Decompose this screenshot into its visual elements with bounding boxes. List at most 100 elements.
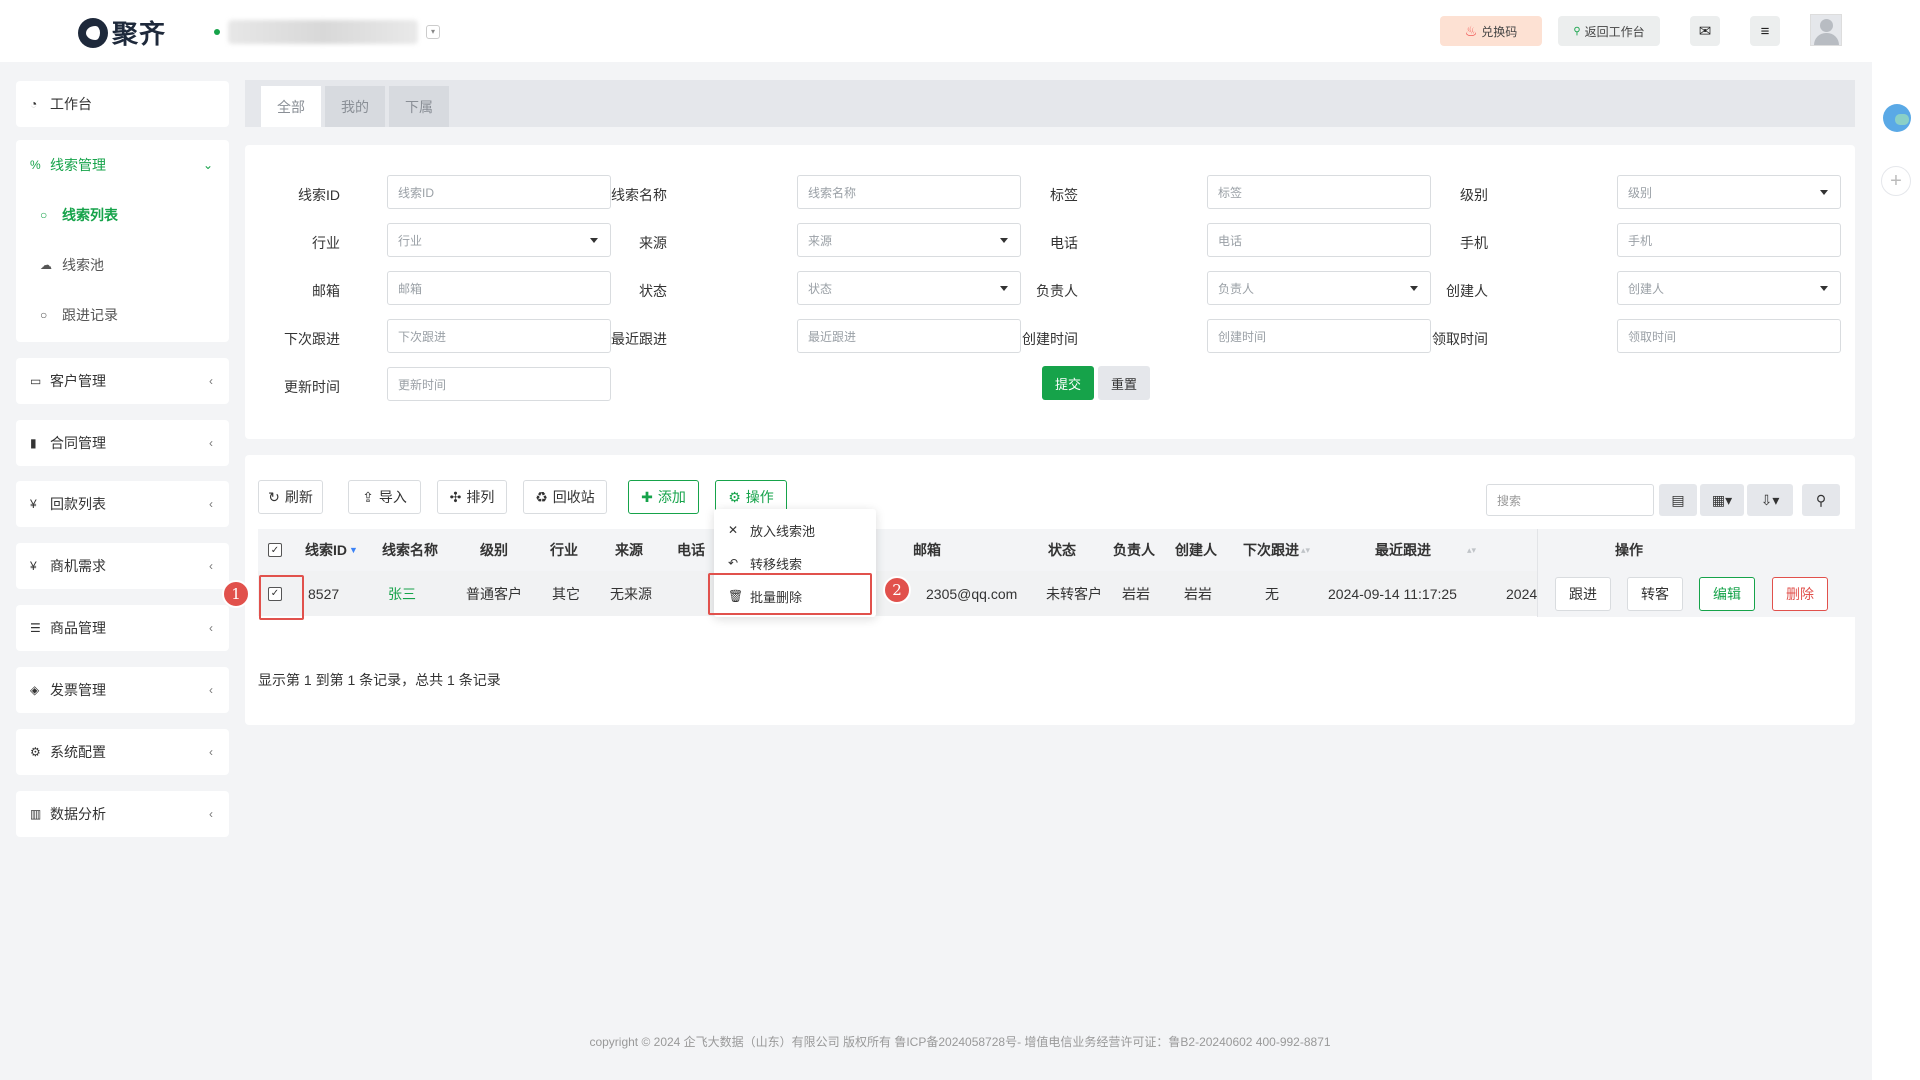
col-phone: 电话: [677, 542, 705, 558]
sidebar-subitem-lead-list[interactable]: ○ 线索列表: [16, 190, 229, 240]
creator-select[interactable]: 创建人: [1617, 271, 1841, 305]
label-lead-name: 线索名称: [611, 187, 667, 203]
sidebar-leads-group: % 线索管理 ⌄ ○ 线索列表 ☁ 线索池 ○ 跟进记录: [16, 140, 229, 342]
sidebar-item-label: 数据分析: [50, 806, 106, 822]
label-status: 状态: [639, 283, 667, 299]
col-next-follow[interactable]: 下次跟进 ▴▾: [1243, 529, 1310, 571]
label-industry: 行业: [312, 235, 340, 251]
sidebar-item-customers[interactable]: ▭ 客户管理 ‹: [16, 358, 229, 404]
avatar[interactable]: [1810, 14, 1842, 46]
export-button[interactable]: ⇩▾: [1747, 484, 1793, 516]
plus-icon: ✚: [641, 488, 653, 505]
sidebar-item-label: 系统配置: [50, 744, 106, 760]
import-label: 导入: [378, 489, 407, 505]
chevron-left-icon: ‹: [209, 745, 213, 759]
label-last-follow: 最近跟进: [611, 331, 667, 347]
sidebar-products: ☰ 商品管理 ‹: [16, 605, 229, 651]
refresh-button[interactable]: ↻ 刷新: [258, 480, 323, 514]
chevron-down-icon[interactable]: ▾: [426, 25, 440, 39]
redeem-button[interactable]: ♨ 兑换码: [1440, 16, 1542, 46]
sidebar-item-settings[interactable]: ⚙ 系统配置 ‹: [16, 729, 229, 775]
brand-logo[interactable]: 聚齐: [78, 14, 166, 51]
menu-item-put-in-pool[interactable]: ✕ 放入线索池: [714, 515, 876, 545]
sidebar-item-invoices[interactable]: ◈ 发票管理 ‹: [16, 667, 229, 713]
mail-button[interactable]: ✉: [1690, 16, 1720, 46]
sidebar-item-label: 工作台: [50, 96, 92, 112]
update-time-input[interactable]: 更新时间: [387, 367, 611, 401]
sidebar-item-workbench[interactable]: ◔ 工作台: [16, 81, 229, 127]
import-button[interactable]: ⇪ 导入: [348, 480, 421, 514]
search-icon: ⚲: [1815, 491, 1827, 508]
delete-button[interactable]: 删除: [1772, 577, 1828, 611]
tab-mine[interactable]: 我的: [325, 86, 385, 127]
sidebar-item-label: 发票管理: [50, 682, 106, 698]
col-lead-id[interactable]: 线索ID ▼: [305, 529, 358, 571]
sidebar-settings: ⚙ 系统配置 ‹: [16, 729, 229, 775]
sidebar-item-leads[interactable]: % 线索管理 ⌄: [16, 140, 229, 190]
reset-button[interactable]: 重置: [1098, 366, 1150, 400]
yen-icon: ¥: [30, 559, 37, 573]
gear-icon: ⚙: [728, 488, 741, 505]
add-button[interactable]: ✚ 添加: [628, 480, 699, 514]
cell-creator: 岩岩: [1184, 585, 1212, 602]
company-selector[interactable]: ▾: [214, 20, 440, 44]
link-icon: %: [30, 158, 41, 172]
tab-all[interactable]: 全部: [261, 86, 321, 127]
follow-up-button[interactable]: 跟进: [1555, 577, 1611, 611]
chevron-left-icon: ‹: [209, 436, 213, 450]
status-dot: [214, 29, 220, 35]
cell-lead-name-link[interactable]: 张三: [388, 571, 416, 616]
col-actions-label: 操作: [1615, 542, 1643, 558]
mail-icon: ✉: [1698, 23, 1712, 40]
convert-customer-button[interactable]: 转客: [1627, 577, 1683, 611]
level-select[interactable]: 级别: [1617, 175, 1841, 209]
sidebar-item-label: 商品管理: [50, 620, 106, 636]
submit-button[interactable]: 提交: [1042, 366, 1094, 400]
label-claim-time: 领取时间: [1432, 331, 1488, 347]
top-bar: 聚齐 ▾ ♨ 兑换码 ⚲ 返回工作台 ✉ ≡: [0, 0, 1920, 62]
sidebar-customers: ▭ 客户管理 ‹: [16, 358, 229, 404]
col-status: 状态: [1048, 542, 1076, 558]
edit-button[interactable]: 编辑: [1699, 577, 1755, 611]
select-all-checkbox[interactable]: ✓: [268, 529, 282, 571]
sidebar-subitem-follow-records[interactable]: ○ 跟进记录: [16, 290, 229, 340]
back-to-workbench-button[interactable]: ⚲ 返回工作台: [1558, 16, 1660, 46]
fire-icon: ♨: [1464, 22, 1478, 39]
card-view-button[interactable]: ▤: [1659, 484, 1697, 516]
search-button[interactable]: ⚲: [1802, 484, 1840, 516]
chevron-down-icon: ⌄: [202, 158, 213, 172]
cell-industry: 其它: [552, 585, 580, 602]
col-level: 级别: [480, 542, 508, 558]
sidebar-item-products[interactable]: ☰ 商品管理 ‹: [16, 605, 229, 651]
sidebar-subitem-lead-pool[interactable]: ☁ 线索池: [16, 240, 229, 290]
cell-owner: 岩岩: [1122, 585, 1150, 602]
col-lead-name: 线索名称: [382, 542, 438, 558]
sidebar-item-contracts[interactable]: ▮ 合同管理 ‹: [16, 420, 229, 466]
sidebar-item-payments[interactable]: ¥ 回款列表 ‹: [16, 481, 229, 527]
sidebar-invoices: ◈ 发票管理 ‹: [16, 667, 229, 713]
search-input[interactable]: 搜索: [1486, 484, 1654, 516]
add-label: 添加: [657, 489, 686, 505]
tab-subordinates[interactable]: 下属: [389, 86, 449, 127]
claim-time-input[interactable]: 领取时间: [1617, 319, 1841, 353]
sidebar-item-label: 客户管理: [50, 373, 106, 389]
columns-button[interactable]: ▦▾: [1700, 484, 1744, 516]
recycle-bin-button[interactable]: ♻ 回收站: [523, 480, 607, 514]
sidebar-item-analytics[interactable]: ▥ 数据分析 ‹: [16, 791, 229, 837]
reply-icon: ↶: [728, 556, 739, 570]
sort-icon: ▴▾: [1467, 544, 1477, 555]
plus-icon[interactable]: +: [1881, 166, 1911, 196]
sidebar-item-opportunities[interactable]: ¥ 商机需求 ‹: [16, 543, 229, 589]
sidebar-subitem-label: 线索列表: [62, 207, 118, 223]
arrange-button[interactable]: ✣ 排列: [437, 480, 507, 514]
col-creator: 创建人: [1175, 542, 1217, 558]
cell-email: 2305@qq.com: [926, 585, 1018, 602]
actions-header-bg: [1538, 529, 1856, 571]
chat-icon[interactable]: [1883, 104, 1911, 132]
menu-button[interactable]: ≡: [1750, 16, 1780, 46]
col-last-follow[interactable]: 最近跟进 ▴▾: [1375, 529, 1476, 571]
circle-icon: ○: [40, 208, 48, 222]
avatar-body: [1814, 33, 1839, 45]
mobile-input[interactable]: 手机: [1617, 223, 1841, 257]
circle-icon: ○: [40, 308, 48, 322]
